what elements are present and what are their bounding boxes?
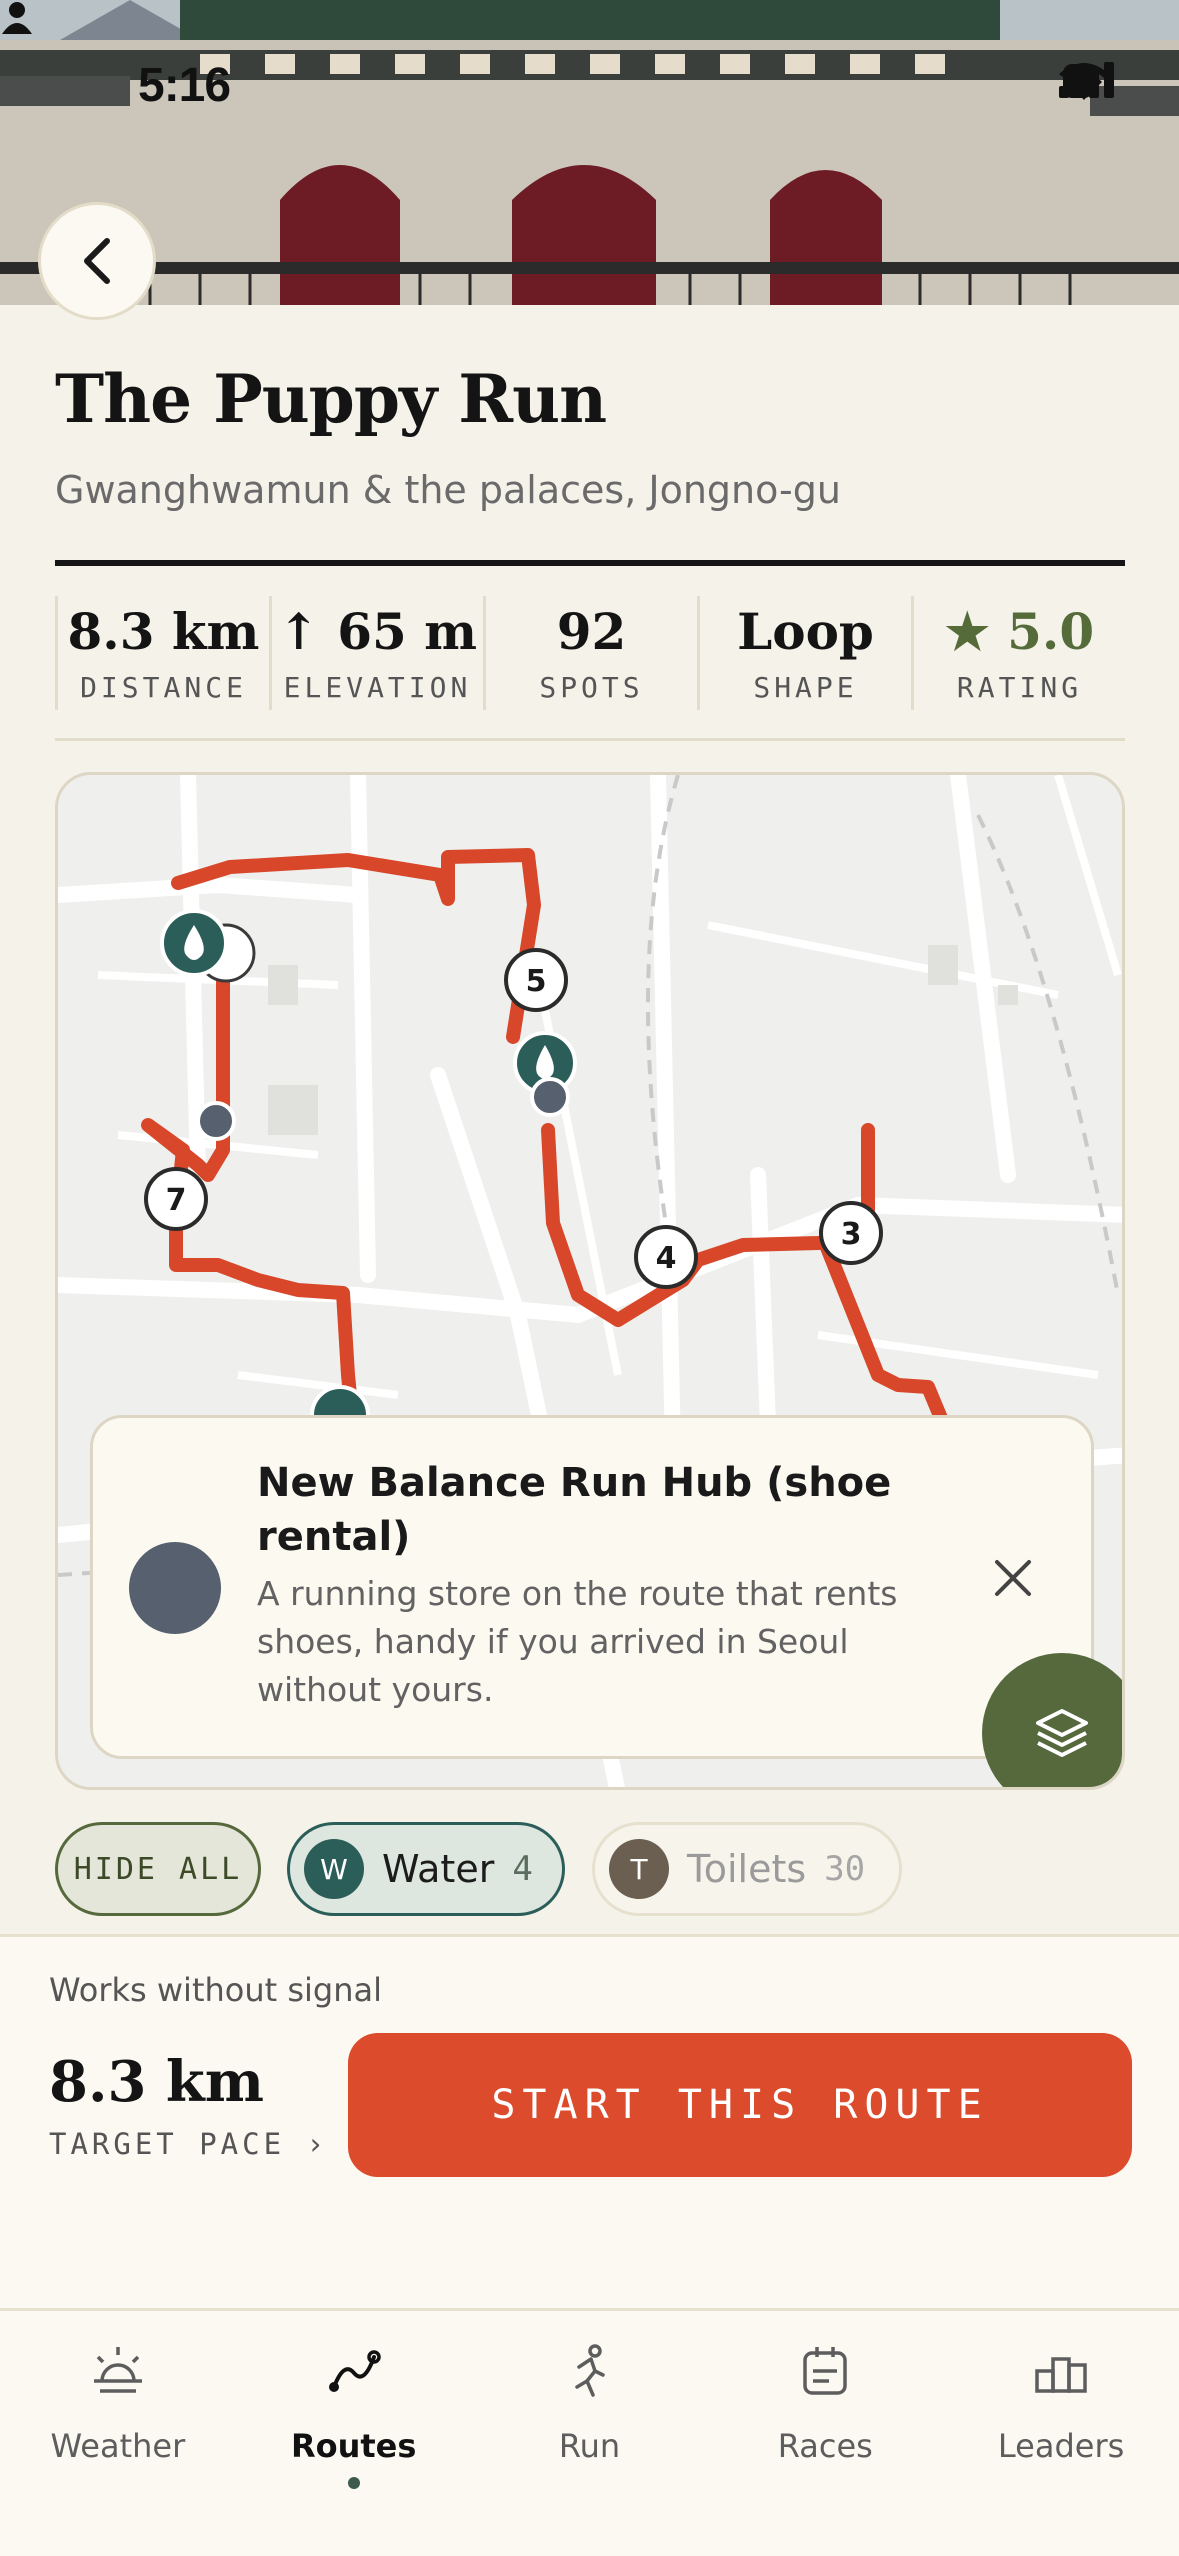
tab-label: Leaders: [997, 2427, 1125, 2465]
route-title: The Puppy Run: [55, 360, 607, 438]
tab-leaders[interactable]: Leaders: [943, 2311, 1179, 2556]
tab-label: Weather: [50, 2427, 186, 2465]
tab-label: Run: [558, 2427, 621, 2465]
stat-label: ELEVATION: [283, 671, 472, 704]
shop-marker[interactable]: [196, 1101, 236, 1141]
route-map[interactable]: 5 7 4 3 New Balance Run Hub (shoe rental…: [55, 772, 1125, 1790]
close-icon: [995, 1560, 1031, 1596]
active-indicator: [347, 2477, 360, 2489]
poi-description: A running store on the route that rents …: [257, 1574, 898, 1709]
stat-label: DISTANCE: [80, 671, 247, 704]
runner-icon: [575, 2344, 606, 2397]
poi-card[interactable]: New Balance Run Hub (shoe rental) A runn…: [90, 1415, 1094, 1759]
status-bar: 5:16: [0, 0, 1179, 170]
tab-run[interactable]: Run: [472, 2311, 708, 2556]
water-filter-chip[interactable]: W Water 4: [287, 1822, 565, 1916]
start-route-button[interactable]: START THIS ROUTE: [348, 2033, 1132, 2177]
title-divider: [55, 560, 1125, 566]
battery-icon: [1063, 64, 1093, 98]
stat-label: SPOTS: [539, 671, 644, 704]
tab-label: Races: [777, 2427, 873, 2465]
offline-note: Works without signal: [49, 1971, 382, 2009]
svg-text:3: 3: [841, 1217, 862, 1252]
svg-text:4: 4: [656, 1241, 677, 1276]
target-pace-link[interactable]: TARGET PACE ›: [49, 2127, 328, 2161]
svg-text:7: 7: [166, 1183, 187, 1218]
calendar-icon: [803, 2347, 848, 2395]
layers-icon: [1036, 1709, 1088, 1757]
stat-shape: Loop SHAPE: [697, 596, 911, 710]
sun-icon: [93, 2347, 142, 2393]
stat-distance: 8.3 km DISTANCE: [55, 596, 269, 710]
waypoint-4[interactable]: 4: [634, 1225, 698, 1289]
svg-text:5: 5: [526, 964, 547, 999]
stat-spots: 92 SPOTS: [483, 596, 697, 710]
chip-count: 30: [824, 1849, 866, 1889]
tab-weather[interactable]: Weather: [0, 2311, 236, 2556]
person-icon: [2, 2, 32, 34]
stat-value: ★ 5.0: [944, 602, 1095, 661]
stat-value: Loop: [737, 602, 874, 661]
poi-title: New Balance Run Hub (shoe rental): [257, 1460, 892, 1560]
tab-bar: Weather Routes Run Races Leaders: [0, 2308, 1179, 2556]
stats-divider: [55, 738, 1125, 741]
chip-label: Toilets: [687, 1847, 807, 1891]
podium-icon: [1035, 2357, 1087, 2393]
route-subtitle: Gwanghwamun & the palaces, Jongno-gu: [55, 468, 841, 512]
toilets-badge: T: [609, 1839, 669, 1899]
stat-value: 8.3 km: [67, 602, 260, 661]
water-badge: W: [304, 1839, 364, 1899]
chevron-left-icon: [84, 238, 110, 284]
route-icon: [328, 2350, 381, 2392]
waypoint-5[interactable]: 5: [504, 948, 568, 1012]
chip-label: Water: [382, 1847, 495, 1891]
close-button[interactable]: [983, 1548, 1043, 1608]
chip-count: 4: [512, 1849, 533, 1889]
waypoint-3[interactable]: 3: [819, 1201, 883, 1265]
tab-routes[interactable]: Routes: [236, 2311, 472, 2556]
stat-label: SHAPE: [753, 671, 858, 704]
tab-races[interactable]: Races: [707, 2311, 943, 2556]
target-distance: 8.3 km: [49, 2049, 264, 2115]
tab-label: Routes: [290, 2427, 417, 2465]
back-button[interactable]: [38, 202, 156, 320]
poi-marker-icon: [129, 1542, 221, 1634]
start-panel: Works without signal 8.3 km TARGET PACE …: [0, 1934, 1179, 2308]
stat-value: 92: [556, 602, 627, 661]
toilets-filter-chip[interactable]: T Toilets 30: [592, 1822, 902, 1916]
stat-rating: ★ 5.0 RATING: [911, 596, 1125, 710]
shop-marker[interactable]: [530, 1077, 570, 1117]
stat-elevation: ↑ 65 m ELEVATION: [269, 596, 483, 710]
stat-label: RATING: [956, 671, 1083, 704]
route-stats: 8.3 km DISTANCE ↑ 65 m ELEVATION 92 SPOT…: [55, 596, 1125, 710]
waypoint-7[interactable]: 7: [144, 1167, 208, 1231]
hero-image: 5:16: [0, 0, 1179, 305]
hide-all-chip[interactable]: HIDE ALL: [55, 1822, 261, 1916]
stat-value: ↑ 65 m: [277, 602, 478, 661]
status-time: 5:16: [138, 59, 231, 112]
